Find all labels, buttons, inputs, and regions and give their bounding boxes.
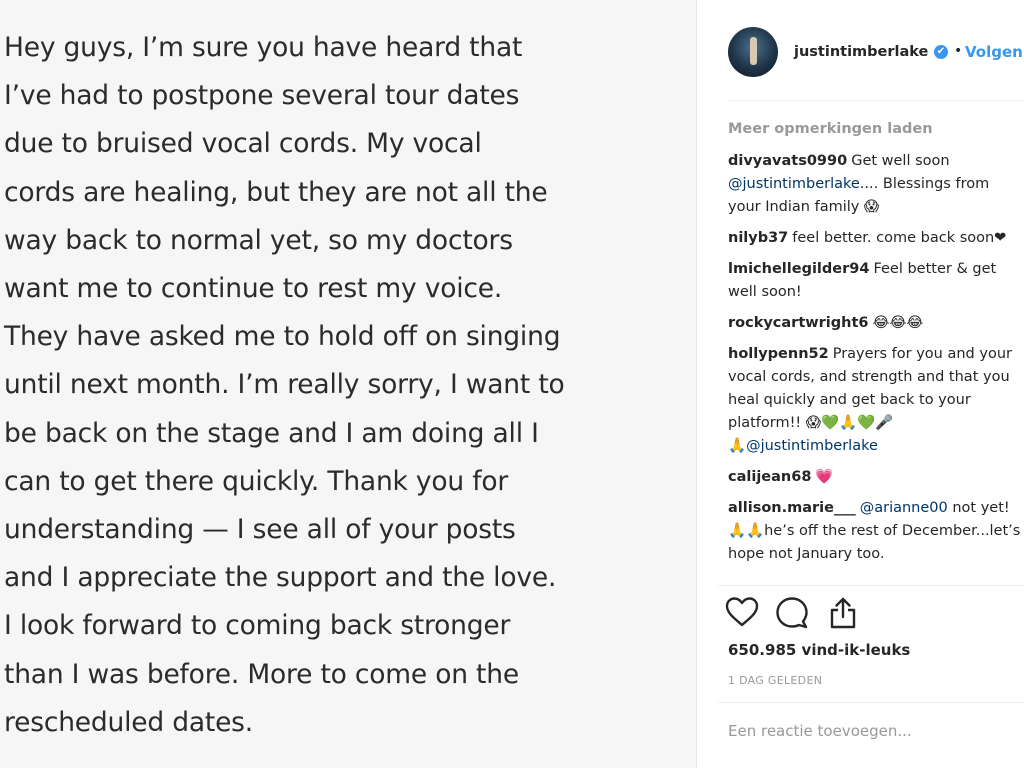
verified-badge-icon: ✔ xyxy=(934,45,948,59)
comment-line: platform!! 😱💚🙏💚🎤 xyxy=(728,415,894,431)
avatar[interactable] xyxy=(728,27,778,77)
comment-line: divyavats0990 Get well soon xyxy=(728,150,1024,173)
comments-list[interactable]: Meer opmerkingen laden divyavats0990 Get … xyxy=(728,118,1024,586)
post-text-line: way back to normal yet, so my doctors xyxy=(4,224,513,256)
comment-line: hollypenn52 Prayers for you and your xyxy=(728,343,1024,366)
comment-line: @justintimberlake.... Blessings from xyxy=(728,173,1024,196)
post-text-line: rescheduled dates. xyxy=(4,706,254,738)
separator-dot: • xyxy=(954,43,963,59)
comment-username[interactable]: allison.marie___ xyxy=(728,500,856,516)
comment-username[interactable]: divyavats0990 xyxy=(728,153,847,169)
comment-mention[interactable]: @justintimberlake xyxy=(746,438,878,454)
avatar-figure xyxy=(750,37,757,65)
like-count[interactable]: 650.985 vind-ik-leuks xyxy=(728,641,910,659)
action-bar xyxy=(725,596,925,632)
post-text-line: understanding — I see all of your posts xyxy=(4,514,516,546)
comment-line: 🙏🙏he’s off the rest of December...let’s xyxy=(728,523,1021,539)
post-text-line: I’ve had to postpone several tour dates xyxy=(4,80,520,112)
comment-line: rockycartwright6 😂😂😂 xyxy=(728,312,1024,335)
post-image: Hey guys, I’m sure you have heard that I… xyxy=(0,0,696,768)
comment-username[interactable]: rockycartwright6 xyxy=(728,315,869,331)
comment-text: feel better. come back soon❤ xyxy=(792,230,1007,246)
comment-text: Get well soon xyxy=(851,153,950,169)
comment-item: allison.marie___ @arianne00 not yet! 🙏🙏he… xyxy=(728,497,1024,566)
post-header: justintimberlake ✔ • Volgen xyxy=(697,0,1024,100)
comment-username[interactable]: hollypenn52 xyxy=(728,346,829,362)
comment-text: 😂😂😂 xyxy=(872,315,924,331)
post-text-line: due to bruised vocal cords. My vocal xyxy=(4,128,482,160)
comment-line: well soon! xyxy=(728,284,802,300)
comment-mention[interactable]: @arianne00 xyxy=(860,500,948,516)
comment-text: 🙏 xyxy=(728,438,747,454)
comment-item: nilyb37 feel better. come back soon❤ xyxy=(728,227,1024,250)
add-comment-input[interactable]: Een reactie toevoegen... xyxy=(728,722,1008,740)
post-text-line: and I appreciate the support and the lov… xyxy=(4,562,557,594)
post-text-line: cords are healing, but they are not all … xyxy=(4,176,548,208)
comment-item: rockycartwright6 😂😂😂 xyxy=(728,312,1024,335)
comment-item: divyavats0990 Get well soon @justintimber… xyxy=(728,150,1024,219)
comment-text: not yet! xyxy=(952,500,1010,516)
comment-line: vocal cords, and strength and that you xyxy=(728,369,1010,385)
share-icon[interactable] xyxy=(826,596,860,630)
comment-text: Prayers for you and your xyxy=(832,346,1012,362)
comment-item: hollypenn52 Prayers for you and your voca… xyxy=(728,343,1024,458)
comment-line: allison.marie___ @arianne00 not yet! xyxy=(728,497,1024,520)
comment-icon[interactable] xyxy=(775,596,809,630)
post-text-line: until next month. I’m really sorry, I wa… xyxy=(4,369,565,401)
post-text-line: They have asked me to hold off on singin… xyxy=(4,321,561,353)
post-timestamp[interactable]: 1 DAG GELEDEN xyxy=(728,674,822,687)
comment-text: 💗 xyxy=(815,469,834,485)
post-text-line: Hey guys, I’m sure you have heard that xyxy=(4,32,523,63)
comment-username[interactable]: calijean68 xyxy=(728,469,811,485)
comment-username[interactable]: lmichellegilder94 xyxy=(728,261,869,277)
comment-item: calijean68 💗 xyxy=(728,466,1024,489)
post-text-line: I look forward to coming back stronger xyxy=(4,610,511,642)
comments-divider xyxy=(717,585,1024,586)
load-more-comments-button[interactable]: Meer opmerkingen laden xyxy=(728,118,1024,141)
heart-icon[interactable] xyxy=(725,596,759,630)
post-side-panel: justintimberlake ✔ • Volgen Meer opmerki… xyxy=(697,0,1024,768)
comment-mention[interactable]: @justintimberlake xyxy=(728,176,860,192)
comment-line: nilyb37 feel better. come back soon❤ xyxy=(728,227,1024,250)
comment-text: .... Blessings from xyxy=(859,176,990,192)
comment-item: lmichellegilder94 Feel better & get well … xyxy=(728,258,1024,304)
comment-line: heal quickly and get back to your xyxy=(728,392,971,408)
post-text-line: can to get there quickly. Thank you for xyxy=(4,465,509,497)
comment-line: 🙏@justintimberlake xyxy=(728,435,1024,458)
post-image-text: Hey guys, I’m sure you have heard that I… xyxy=(4,24,684,747)
post-text-line: than I was before. More to come on the xyxy=(4,658,519,690)
comment-text: Feel better & get xyxy=(873,261,997,277)
comment-line: hope not January too. xyxy=(728,546,885,562)
comment-line: calijean68 💗 xyxy=(728,466,1024,489)
post-text-line: be back on the stage and I am doing all … xyxy=(4,417,539,449)
username-link[interactable]: justintimberlake xyxy=(794,44,928,60)
add-comment-divider xyxy=(717,702,1024,703)
comment-line: your Indian family 😱 xyxy=(728,199,880,215)
comment-line: lmichellegilder94 Feel better & get xyxy=(728,258,1024,281)
post-text-line: want me to continue to rest my voice. xyxy=(4,273,503,305)
follow-button[interactable]: Volgen xyxy=(965,43,1023,61)
comment-username[interactable]: nilyb37 xyxy=(728,230,788,246)
header-divider xyxy=(728,100,1024,101)
